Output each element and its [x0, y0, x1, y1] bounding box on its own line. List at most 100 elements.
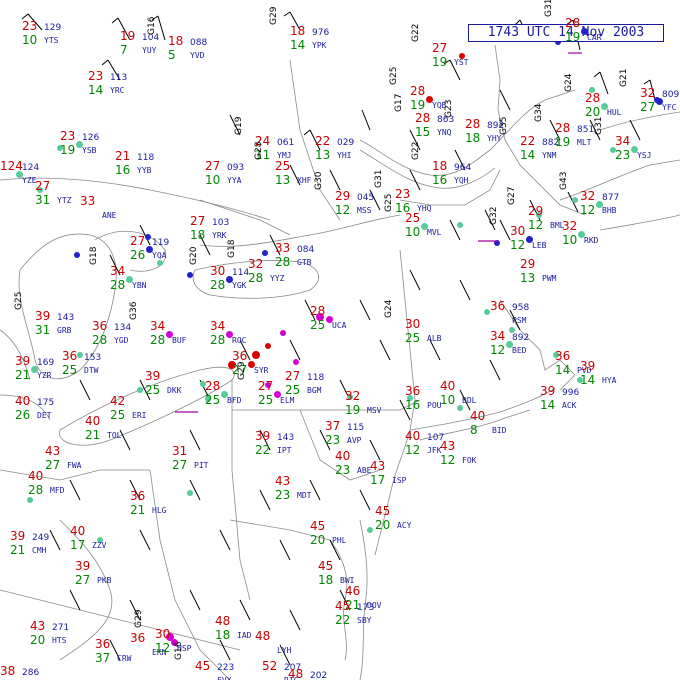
- dewpoint-label: 27: [75, 573, 91, 587]
- station-plot-pit: 31 27 PIT: [172, 445, 232, 475]
- gust-label: G18: [89, 246, 99, 265]
- station-id-label: DTW: [84, 366, 99, 375]
- gust-label: G25: [384, 193, 394, 212]
- dewpoint-label: 22: [335, 613, 351, 627]
- pressure-label: 964: [454, 163, 472, 173]
- station-plot-buf: 34 28 BUF G36: [129, 302, 210, 350]
- station-id-label: MVL: [427, 228, 442, 237]
- station-id-label: PWM: [542, 274, 557, 283]
- gust-label: G20: [189, 246, 199, 265]
- station-plot-uca: 28 25 UCA: [310, 305, 370, 335]
- temperature-label: 39: [540, 384, 556, 398]
- station-id-label: SYR: [254, 366, 269, 375]
- temperature-label: 23: [22, 19, 38, 33]
- temperature-label: 43: [45, 444, 61, 458]
- temperature-label: 27: [190, 214, 206, 228]
- gust-label: G31: [594, 116, 604, 135]
- dewpoint-label: 18: [215, 628, 231, 642]
- station-id-label: YRK: [212, 231, 227, 240]
- station-id-label: FVX: [217, 675, 231, 680]
- dewpoint-label: 16: [405, 398, 421, 412]
- station-plot-bdl: 40 10 BDL: [440, 380, 500, 410]
- pressure-label: 107: [427, 433, 445, 443]
- station-plot-fvx: 45 223 FVX G16: [174, 642, 255, 680]
- pressure-label: 143: [277, 433, 295, 443]
- dewpoint-label: 20: [310, 533, 326, 547]
- dewpoint-label: 31: [35, 323, 51, 337]
- gust-label: G29: [269, 6, 279, 25]
- station-id-label: BML: [550, 221, 565, 230]
- station-plot-yts: 23 10 129 YTS: [22, 20, 82, 50]
- station-id-label: YYZ: [270, 274, 285, 283]
- dewpoint-label: 23: [335, 463, 351, 477]
- gust-label: G28: [254, 141, 264, 160]
- gust-label: G16: [147, 16, 157, 35]
- station-plot-xhf: 25 13 XHF G28: [254, 142, 335, 190]
- pressure-label: 976: [312, 28, 330, 38]
- dewpoint-label: 28: [275, 255, 291, 269]
- dewpoint-label: 10: [22, 33, 38, 47]
- temperature-label: 39: [145, 369, 161, 383]
- pressure-label: 286: [22, 668, 40, 678]
- pressure-label: 877: [602, 193, 620, 203]
- temperature-label: 39: [35, 309, 51, 323]
- cloud-cover-icon: [426, 96, 433, 103]
- temperature-label: 33: [80, 194, 96, 208]
- temperature-label: 23: [395, 187, 411, 201]
- pressure-label: 118: [307, 373, 325, 383]
- gust-label: G30: [314, 171, 324, 190]
- dewpoint-label: 14: [520, 148, 536, 162]
- temperature-label: 45: [195, 659, 211, 673]
- dewpoint-label: 21: [130, 503, 146, 517]
- station-id-label: MFD: [50, 486, 65, 495]
- station-id-label: YNQ: [437, 128, 452, 137]
- dewpoint-label: 28: [110, 278, 126, 292]
- station-plot-luk: 38286LUK: [0, 665, 60, 680]
- station-id-label: AVP: [347, 436, 362, 445]
- pressure-label: 093: [227, 163, 245, 173]
- pressure-label: 153: [84, 353, 102, 363]
- station-id-label: CAR: [587, 33, 602, 42]
- pressure-label: 129: [44, 23, 62, 33]
- pressure-label: 114: [232, 268, 250, 278]
- station-plot-isp: 43 17 ISP: [370, 460, 430, 490]
- station-id-label: YYB: [137, 166, 152, 175]
- dewpoint-label: 21: [10, 543, 26, 557]
- station-plot-bfd: 28 25 BFD: [205, 380, 265, 410]
- gust-label: G21: [619, 68, 629, 87]
- dewpoint-label: 17: [370, 473, 386, 487]
- pressure-label: 134: [114, 323, 132, 333]
- station-id-label: BFD: [227, 396, 242, 405]
- station-plot-yrc: 23 14 113 YRC: [88, 70, 148, 100]
- station-id-label: GTB: [297, 258, 312, 267]
- dewpoint-label: 27: [640, 100, 656, 114]
- station-id-label: RKD: [584, 236, 599, 245]
- pressure-label: 809: [662, 90, 680, 100]
- station-plot-mdt: 43 23 MDT: [275, 475, 335, 505]
- temperature-label: 48: [255, 629, 271, 643]
- temperature-label: 27: [130, 234, 146, 248]
- temperature-label: 36: [92, 319, 108, 333]
- cloud-cover-icon: [506, 341, 513, 348]
- station-plot-yvd: 18 5 088 YVD G16: [147, 17, 228, 65]
- temperature-label: 37: [325, 419, 341, 433]
- gust-label: G31: [544, 0, 554, 17]
- cloud-cover-icon: [226, 276, 233, 283]
- temperature-label: 40: [28, 469, 44, 483]
- station-id-label: YSJ: [637, 151, 652, 160]
- dewpoint-label: 12: [528, 218, 544, 232]
- pressure-label: 061: [277, 138, 295, 148]
- pressure-label: 958: [512, 303, 530, 313]
- gust-label: G24: [384, 299, 394, 318]
- temperature-label: 34: [150, 319, 166, 333]
- station-plot-avp: 37 23 115 AVP: [325, 420, 385, 450]
- dewpoint-label: 12: [335, 203, 351, 217]
- station-plot-det: 40 26 175 DET: [15, 395, 75, 425]
- station-id-label: ANE: [102, 211, 117, 220]
- station-id-label: MLT: [577, 138, 592, 147]
- station-id-label: SBY: [357, 616, 372, 625]
- pressure-label: 045: [357, 193, 375, 203]
- cloud-cover-icon: [31, 366, 38, 373]
- temperature-label: 18: [290, 24, 306, 38]
- station-plot-yze: 124 124 YZE: [0, 160, 60, 190]
